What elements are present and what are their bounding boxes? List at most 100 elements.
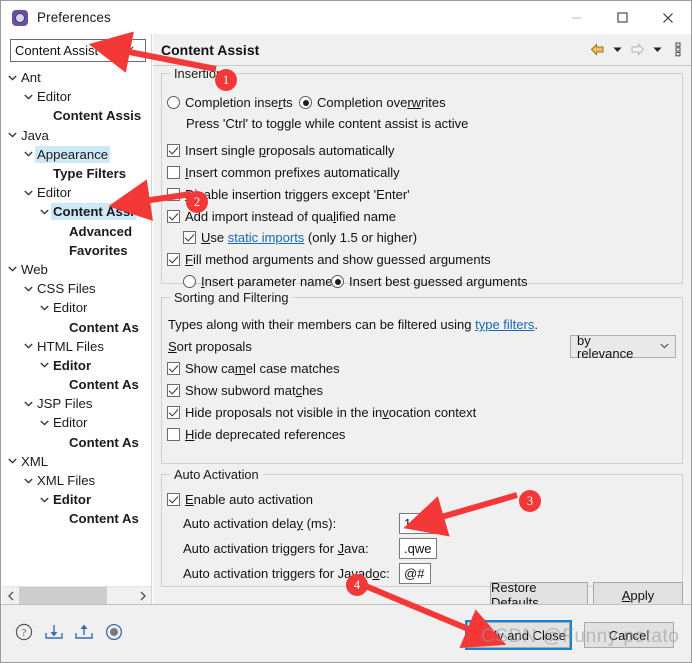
chevron-down-icon[interactable] <box>22 190 35 196</box>
use-static-imports-checkbox[interactable]: Use static imports (only 1.5 or higher) <box>183 230 417 245</box>
chevron-down-icon[interactable] <box>6 266 19 272</box>
completion-overwrites-radio[interactable]: Completion overwrites <box>299 95 446 110</box>
tree-item[interactable]: Advanced <box>2 222 152 241</box>
chevron-down-icon[interactable] <box>38 305 51 311</box>
chevron-down-icon[interactable] <box>22 286 35 292</box>
chevron-down-icon[interactable] <box>38 497 51 503</box>
sort-proposals-combo[interactable]: by relevance <box>570 334 676 360</box>
tree-item[interactable]: Editor <box>2 87 152 106</box>
radio-indicator[interactable] <box>167 96 180 109</box>
chevron-down-icon[interactable] <box>38 209 51 215</box>
auto-activation-delay-input[interactable]: 100 <box>399 513 439 534</box>
chevron-down-icon[interactable] <box>22 401 35 407</box>
back-arrow-icon[interactable] <box>589 41 606 58</box>
insert-parameter-names-radio[interactable]: Insert parameter names <box>183 274 339 289</box>
tree-item[interactable]: Editor <box>2 183 152 202</box>
hide-proposals-checkbox[interactable]: Hide proposals not visible in the invoca… <box>167 405 476 420</box>
tree-item[interactable]: Content Assis <box>2 106 152 125</box>
filter-search-box[interactable] <box>10 39 146 62</box>
completion-inserts-radio[interactable]: Completion inserts <box>167 95 293 110</box>
radio-indicator[interactable] <box>183 275 196 288</box>
tree-item[interactable]: Content As <box>2 317 152 336</box>
show-camel-case-checkbox[interactable]: Show camel case matches <box>167 361 340 376</box>
tree-item[interactable]: CSS Files <box>2 279 152 298</box>
checkbox-indicator[interactable] <box>183 231 196 244</box>
tree-item[interactable]: JSP Files <box>2 394 152 413</box>
import-icon[interactable] <box>43 621 65 643</box>
radio-indicator[interactable] <box>331 275 344 288</box>
fill-method-arguments-checkbox[interactable]: Fill method arguments and show guessed a… <box>167 252 491 267</box>
back-menu-chevron-down-icon[interactable] <box>609 41 626 58</box>
checkbox-indicator[interactable] <box>167 144 180 157</box>
static-imports-link[interactable]: static imports <box>228 230 305 245</box>
chevron-down-icon[interactable] <box>22 478 35 484</box>
radio-indicator[interactable] <box>299 96 312 109</box>
view-menu-icon[interactable] <box>669 41 686 58</box>
close-button[interactable] <box>645 1 691 34</box>
insert-best-guessed-radio[interactable]: Insert best guessed arguments <box>331 274 528 289</box>
completion-overwrites-label: Completion overwrites <box>317 95 446 110</box>
tree-item[interactable]: Web <box>2 260 152 279</box>
chevron-down-icon[interactable] <box>22 151 35 157</box>
tree-item[interactable]: XML Files <box>2 471 152 490</box>
checkbox-indicator[interactable] <box>167 188 180 201</box>
forward-menu-chevron-down-icon[interactable] <box>649 41 666 58</box>
search-input[interactable] <box>11 41 119 60</box>
chevron-down-icon[interactable] <box>22 94 35 100</box>
checkbox-indicator[interactable] <box>167 362 180 375</box>
chevron-down-icon[interactable] <box>660 341 669 352</box>
checkbox-indicator[interactable] <box>167 253 180 266</box>
tree-item[interactable]: Favorites <box>2 241 152 260</box>
insert-common-prefixes-checkbox[interactable]: Insert common prefixes automatically <box>167 165 400 180</box>
hide-deprecated-checkbox[interactable]: Hide deprecated references <box>167 427 345 442</box>
chevron-down-icon[interactable] <box>22 343 35 349</box>
chevron-down-icon[interactable] <box>6 458 19 464</box>
tree-item[interactable]: Editor <box>2 413 152 432</box>
chevron-down-icon[interactable] <box>6 75 19 81</box>
auto-activation-javadoc-input[interactable]: @# <box>399 563 431 584</box>
tree-item[interactable]: Content As <box>2 375 152 394</box>
tree-item[interactable]: Content As <box>2 509 152 528</box>
checkbox-indicator[interactable] <box>167 384 180 397</box>
tree-item[interactable]: Content Assi <box>2 202 152 221</box>
preferences-tree[interactable]: Ant Editor Content Assis Java Appearance Type… <box>2 68 152 619</box>
scrollbar-thumb[interactable] <box>19 586 107 605</box>
chevron-right-icon[interactable] <box>134 587 151 605</box>
scrollbar-track[interactable] <box>19 586 134 605</box>
help-icon[interactable]: ? <box>13 621 35 643</box>
tree-item[interactable]: Editor <box>2 356 152 375</box>
export-icon[interactable] <box>73 621 95 643</box>
chevron-left-icon[interactable] <box>2 587 19 605</box>
enable-auto-activation-checkbox[interactable]: Enable auto activation <box>167 492 313 507</box>
tree-item[interactable]: HTML Files <box>2 337 152 356</box>
checkbox-indicator[interactable] <box>167 210 180 223</box>
tree-item[interactable]: Appearance <box>2 145 152 164</box>
show-subword-matches-checkbox[interactable]: Show subword matches <box>167 383 323 398</box>
auto-activation-java-input[interactable]: .qwe <box>399 538 437 559</box>
checkbox-indicator[interactable] <box>167 428 180 441</box>
chevron-down-icon[interactable] <box>38 420 51 426</box>
chevron-down-icon[interactable] <box>6 132 19 138</box>
tree-item[interactable]: Editor <box>2 298 152 317</box>
insert-single-proposals-checkbox[interactable]: Insert single proposals automatically <box>167 143 395 158</box>
checkbox-indicator[interactable] <box>167 166 180 179</box>
chevron-down-icon[interactable] <box>38 362 51 368</box>
record-icon[interactable] <box>103 621 125 643</box>
tree-item[interactable]: XML <box>2 452 152 471</box>
tree-item[interactable]: Content As <box>2 433 152 452</box>
type-filters-link[interactable]: type filters <box>475 317 534 332</box>
window-controls <box>553 1 691 34</box>
tree-item[interactable]: Ant <box>2 68 152 87</box>
minimize-button[interactable] <box>553 1 599 34</box>
tree-item-label: Editor <box>53 415 88 431</box>
use-static-imports-label: Use static imports (only 1.5 or higher) <box>201 230 418 245</box>
tree-item[interactable]: Editor <box>2 490 152 509</box>
maximize-button[interactable] <box>599 1 645 34</box>
checkbox-indicator[interactable] <box>167 493 180 506</box>
fill-method-arguments-label: Fill method arguments and show guessed a… <box>185 252 491 267</box>
tree-item[interactable]: Java <box>2 126 152 145</box>
tree-item[interactable]: Type Filters <box>2 164 152 183</box>
tree-horizontal-scrollbar[interactable] <box>2 586 151 605</box>
clear-icon[interactable] <box>119 44 139 57</box>
checkbox-indicator[interactable] <box>167 406 180 419</box>
